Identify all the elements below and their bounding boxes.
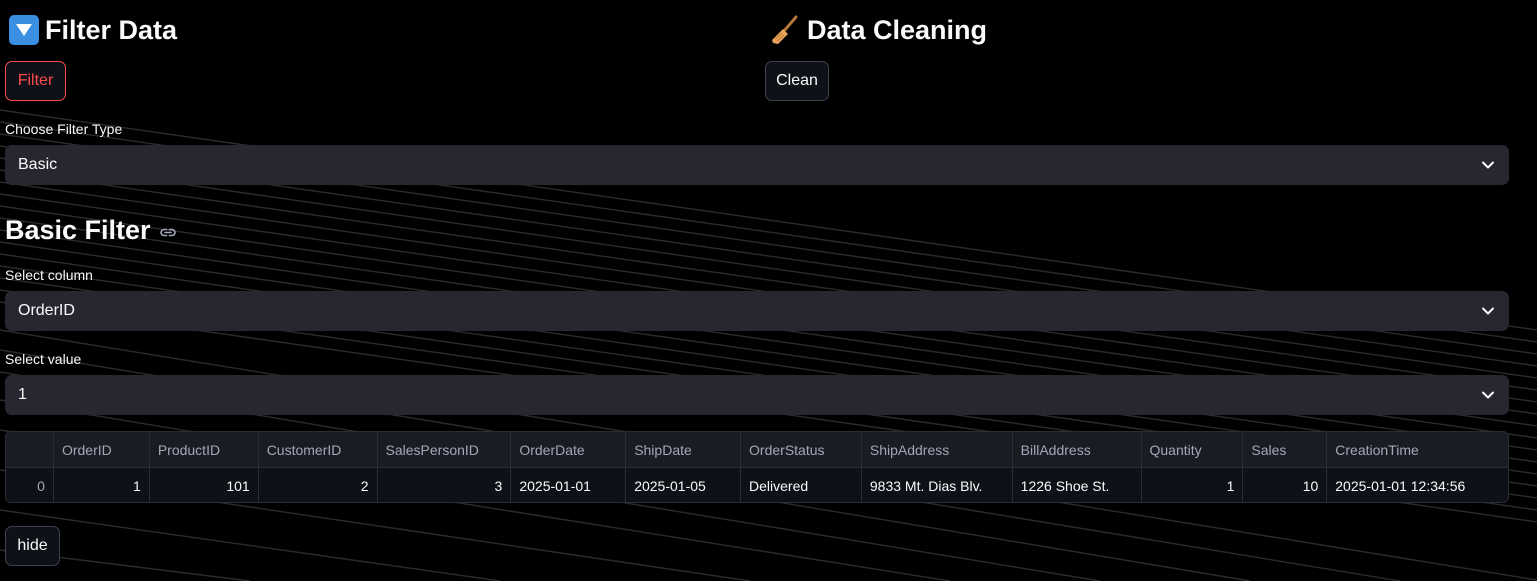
- column-select[interactable]: OrderID: [5, 291, 1509, 331]
- table-cell[interactable]: 2025-01-01 12:34:56: [1327, 468, 1508, 502]
- table-cell[interactable]: 1226 Shoe St.: [1013, 468, 1142, 502]
- column-header[interactable]: OrderDate: [511, 432, 627, 467]
- value-value: 1: [18, 386, 27, 403]
- table-cell[interactable]: 2: [259, 468, 378, 502]
- chevron-down-icon: [1482, 391, 1494, 399]
- table-cell[interactable]: 9833 Mt. Dias Blv.: [862, 468, 1013, 502]
- column-header[interactable]: OrderID: [54, 432, 150, 467]
- row-index[interactable]: 0: [6, 468, 54, 502]
- table-header: OrderID ProductID CustomerID SalesPersonID O…: [6, 432, 1508, 468]
- basic-filter-heading: Basic Filter: [5, 210, 177, 250]
- index-header[interactable]: [6, 432, 54, 467]
- filter-type-label: Choose Filter Type: [5, 121, 123, 137]
- column-value: OrderID: [18, 302, 75, 319]
- column-header[interactable]: BillAddress: [1013, 432, 1142, 467]
- column-header[interactable]: OrderStatus: [741, 432, 862, 467]
- column-header[interactable]: CreationTime: [1327, 432, 1508, 467]
- value-select[interactable]: 1: [5, 375, 1509, 415]
- table-row[interactable]: 0 1 101 2 3 2025-01-01 2025-01-05 Delivered 9833…: [6, 468, 1508, 502]
- table-cell[interactable]: 1: [1142, 468, 1244, 502]
- basic-filter-title: Basic Filter: [5, 214, 151, 245]
- link-icon[interactable]: [159, 224, 177, 242]
- column-header[interactable]: ProductID: [150, 432, 259, 467]
- column-header[interactable]: Sales: [1243, 432, 1328, 467]
- column-header[interactable]: Quantity: [1142, 432, 1244, 467]
- table-cell[interactable]: 1: [54, 468, 150, 502]
- column-label: Select column: [5, 267, 93, 283]
- column-header[interactable]: ShipAddress: [862, 432, 1013, 467]
- filter-data-title: Filter Data: [45, 14, 178, 45]
- clean-button[interactable]: Clean: [765, 61, 829, 101]
- column-header[interactable]: CustomerID: [259, 432, 378, 467]
- chevron-down-icon: [1482, 307, 1494, 315]
- column-header[interactable]: SalesPersonID: [378, 432, 512, 467]
- table-cell[interactable]: 2025-01-01: [511, 468, 627, 502]
- column-header[interactable]: ShipDate: [626, 432, 742, 467]
- table-cell[interactable]: 10: [1243, 468, 1328, 502]
- filter-data-heading: Filter Data: [9, 10, 177, 50]
- table-cell[interactable]: 101: [150, 468, 259, 502]
- table-cell[interactable]: 2025-01-05: [626, 468, 742, 502]
- filter-type-value: Basic: [18, 156, 58, 173]
- chevron-down-icon: [1482, 161, 1494, 169]
- down-triangle-icon: [9, 15, 39, 45]
- value-label: Select value: [5, 351, 82, 367]
- app-main: Filter Data Filter Choose Filter Type Ba…: [0, 0, 1537, 581]
- hide-button[interactable]: hide: [5, 526, 60, 566]
- data-cleaning-heading: Data Cleaning: [769, 10, 987, 50]
- table-cell[interactable]: 3: [378, 468, 512, 502]
- filter-type-select[interactable]: Basic: [5, 145, 1509, 185]
- filter-button[interactable]: Filter: [5, 61, 66, 101]
- broom-icon: [772, 15, 798, 44]
- data-cleaning-title: Data Cleaning: [807, 14, 988, 45]
- table-cell[interactable]: Delivered: [741, 468, 862, 502]
- data-table[interactable]: OrderID ProductID CustomerID SalesPersonID O…: [5, 431, 1509, 503]
